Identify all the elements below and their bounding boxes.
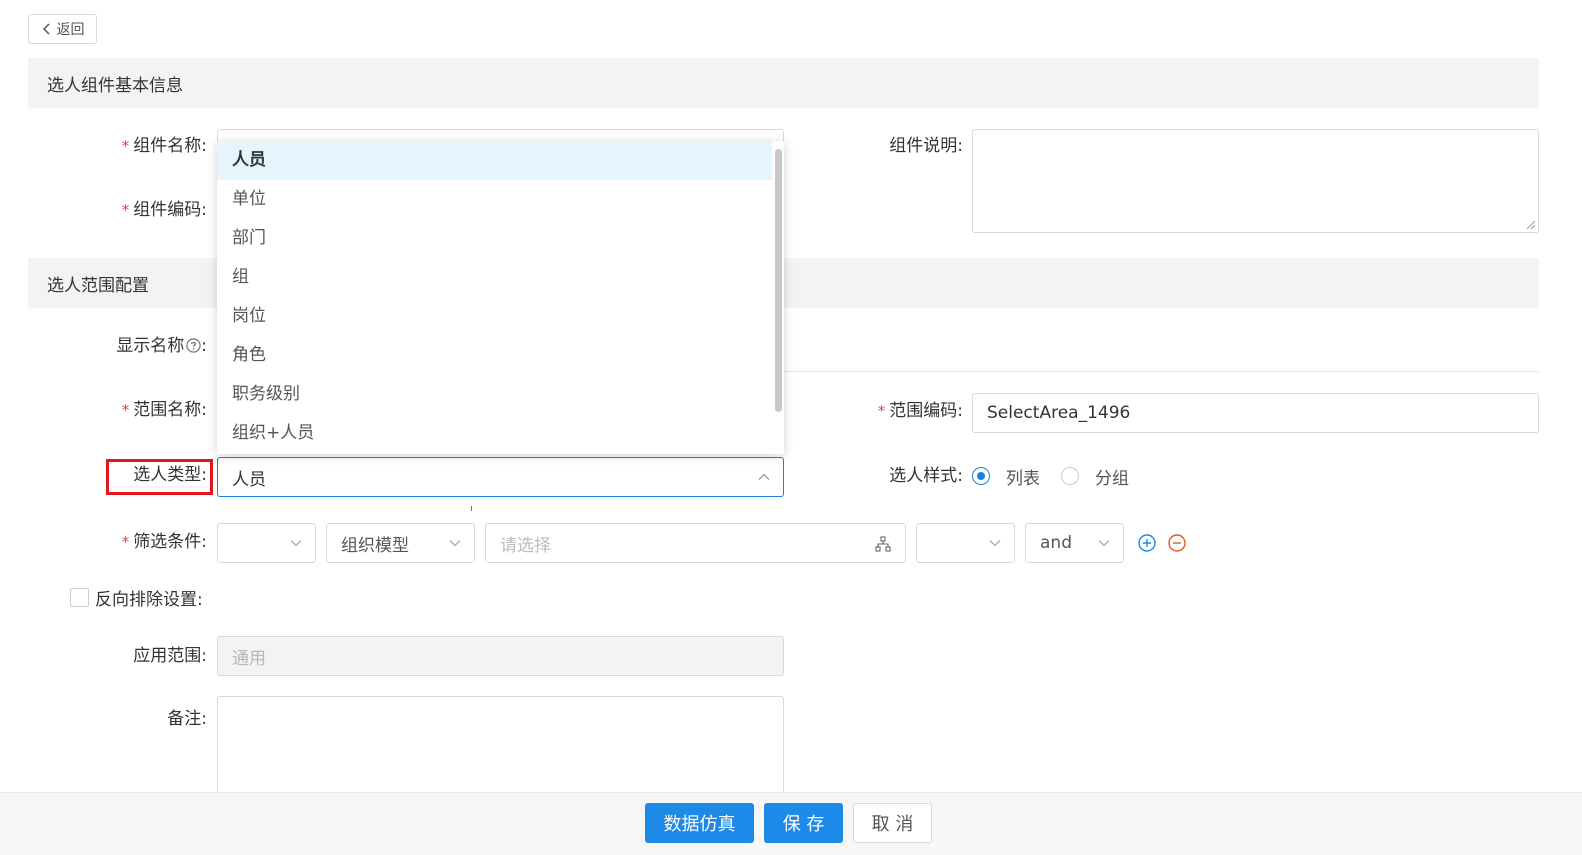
required-mark: * — [121, 401, 130, 419]
select-type-dropdown[interactable]: 人员 单位 部门 组 岗位 角色 职务级别 组织+人员 — [217, 141, 784, 454]
chevron-down-icon — [290, 540, 302, 547]
required-mark: * — [121, 533, 130, 551]
dropdown-option[interactable]: 人员 — [217, 141, 772, 180]
chevron-left-icon — [42, 23, 50, 35]
display-name-label: 显示名称: — [116, 336, 207, 356]
apply-scope-label: 应用范围: — [133, 646, 207, 666]
chevron-up-icon — [758, 473, 770, 480]
remark-label: 备注: — [167, 709, 207, 729]
select-type-select[interactable]: 人员 — [217, 457, 784, 497]
remark-textarea[interactable] — [217, 696, 784, 806]
radio-list[interactable] — [972, 467, 990, 490]
component-name-label: * 组件名称: — [121, 136, 207, 156]
dropdown-option[interactable]: 部门 — [217, 219, 772, 258]
reverse-exclude-checkbox[interactable] — [70, 588, 89, 607]
apply-scope-input: 通用 — [217, 636, 784, 676]
dropdown-option[interactable]: 单位 — [217, 180, 772, 219]
section-title: 选人组件基本信息 — [47, 75, 183, 96]
component-desc-label: 组件说明: — [889, 136, 963, 156]
filter-org-picker[interactable]: 请选择 — [485, 523, 906, 563]
dropdown-option[interactable]: 组 — [217, 258, 772, 297]
help-circle-icon[interactable] — [186, 338, 201, 353]
filter-model-select[interactable]: 组织模型 — [326, 523, 475, 563]
add-circle-icon[interactable] — [1138, 534, 1156, 552]
dropdown-option[interactable]: 组织+人员 — [217, 414, 772, 453]
chevron-down-icon — [1098, 540, 1110, 547]
filter-operator-select[interactable] — [916, 523, 1015, 563]
range-code-label: * 范围编码: — [877, 401, 963, 421]
filter-logic-select[interactable]: and — [1025, 523, 1124, 563]
dropdown-scrollbar[interactable] — [775, 149, 782, 412]
dropdown-option[interactable]: 角色 — [217, 336, 772, 375]
remove-circle-icon[interactable] — [1168, 534, 1186, 552]
chevron-down-icon — [989, 540, 1001, 547]
chevron-down-icon — [449, 540, 461, 547]
radio-group-label[interactable]: 分组 — [1095, 464, 1129, 489]
range-name-label: * 范围名称: — [121, 400, 207, 420]
org-tree-icon[interactable] — [875, 536, 891, 552]
display-name-underline — [784, 371, 1539, 372]
select-style-label: 选人样式: — [889, 466, 963, 486]
back-button[interactable]: 返回 — [28, 14, 97, 44]
component-desc-textarea[interactable] — [972, 129, 1539, 233]
cursor-mark — [471, 506, 472, 511]
required-mark: * — [877, 402, 886, 420]
cancel-button[interactable]: 取 消 — [853, 803, 932, 843]
dropdown-option[interactable]: 职务级别 — [217, 375, 772, 414]
save-button[interactable]: 保 存 — [764, 803, 843, 843]
required-mark: * — [121, 201, 130, 219]
component-code-label: * 组件编码: — [121, 200, 207, 220]
reverse-exclude-label: 反向排除设置: — [95, 590, 203, 610]
section-header-basic-info: 选人组件基本信息 — [28, 58, 1539, 108]
radio-list-button[interactable] — [972, 467, 990, 485]
filter-field-select[interactable] — [217, 523, 316, 563]
highlight-box — [106, 459, 213, 495]
resize-handle-icon[interactable] — [1526, 220, 1536, 230]
back-button-label: 返回 — [56, 22, 85, 38]
radio-group-button[interactable] — [1061, 467, 1079, 485]
dropdown-option[interactable]: 岗位 — [217, 297, 772, 336]
radio-group[interactable] — [1061, 467, 1079, 490]
required-mark: * — [121, 137, 130, 155]
simulate-button[interactable]: 数据仿真 — [645, 803, 754, 843]
section-title: 选人范围配置 — [47, 275, 149, 296]
filter-label: * 筛选条件: — [121, 532, 207, 552]
radio-list-label[interactable]: 列表 — [1006, 464, 1040, 489]
range-code-input[interactable]: SelectArea_1496 — [972, 393, 1539, 433]
